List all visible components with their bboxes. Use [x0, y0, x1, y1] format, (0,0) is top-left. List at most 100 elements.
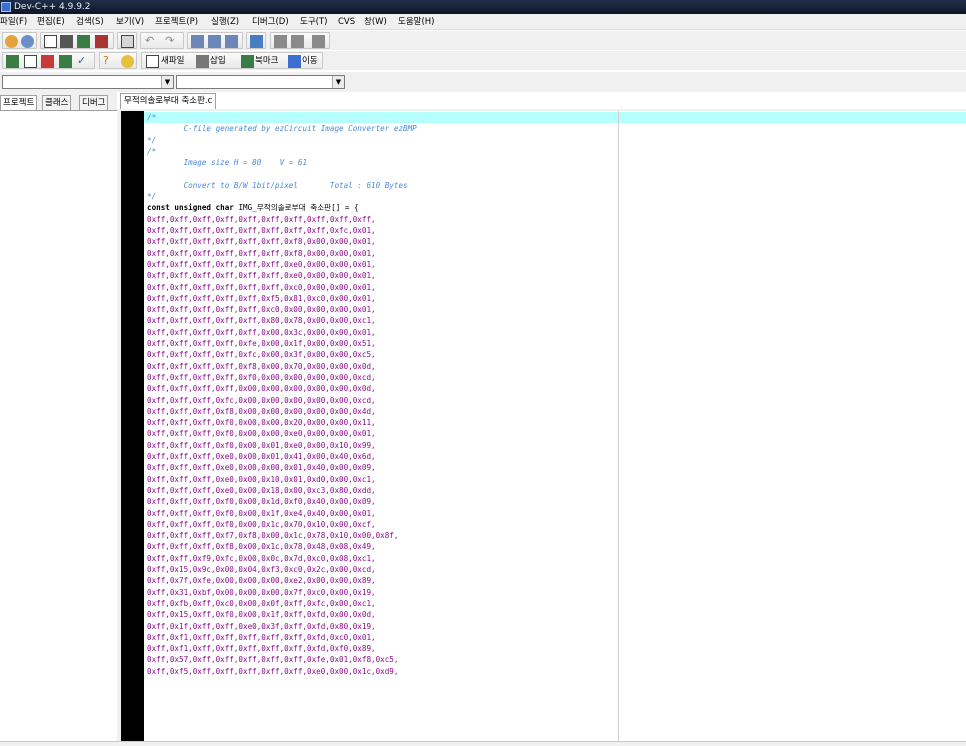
redo-icon[interactable]: ↷: [165, 35, 178, 48]
replace-icon[interactable]: [208, 35, 221, 48]
save-icon[interactable]: [77, 35, 90, 48]
menu-bar: 파일(F) 편집(E) 검색(S) 보기(V) 프로젝트(P) 실행(Z) 디버…: [0, 14, 966, 30]
hex-data-line: 0xff,0xff,0xff,0xff,0xff,0xff,0xe0,0x00,…: [147, 259, 376, 269]
hex-data-line: 0xff,0x1f,0xff,0xff,0xe0,0x3f,0xff,0xfd,…: [147, 621, 376, 631]
hex-data-line: 0xff,0xff,0xff,0xe0,0x00,0x00,0x01,0x40,…: [147, 463, 376, 473]
comment-line: */: [147, 135, 157, 145]
run-icon[interactable]: [24, 55, 37, 68]
insert-button[interactable]: 삽입: [210, 54, 226, 69]
menu-edit[interactable]: 편집(E): [37, 14, 65, 30]
menu-debug[interactable]: 디버그(D): [252, 14, 289, 30]
hex-data-line: 0xff,0xff,0xff,0xe0,0x00,0x10,0x01,0xd0,…: [147, 474, 376, 484]
comment-line: C-file generated by ezCircuit Image Conv…: [147, 124, 417, 134]
goto-icon[interactable]: [288, 55, 301, 68]
menu-tools[interactable]: 도구(T): [300, 14, 327, 30]
active-line-highlight: [144, 112, 966, 123]
hex-data-line: 0xff,0xf1,0xff,0xff,0xff,0xff,0xff,0xfd,…: [147, 644, 376, 654]
title-bar: Dev-C++ 4.9.9.2: [0, 0, 966, 14]
combo-toolbar: ▼ ▼: [0, 72, 966, 92]
declaration-identifier: IMG_무적의솔로부대 축소판[] = {: [233, 203, 359, 213]
hex-data-line: 0xff,0xff,0xff,0xff,0x00,0x00,0x00,0x00,…: [147, 384, 376, 394]
new-file-icon[interactable]: [146, 55, 159, 68]
compile-run-icon[interactable]: [41, 55, 54, 68]
print-icon[interactable]: [121, 35, 134, 48]
toolbar-secondary: ✓ ? 새파일 삽입 북마크 이동: [0, 51, 966, 70]
hex-data-line: 0xff,0xff,0xff,0xff,0xfe,0x00,0x1f,0x00,…: [147, 339, 376, 348]
undo-icon[interactable]: ↶: [145, 35, 158, 48]
menu-view[interactable]: 보기(V): [116, 14, 144, 30]
hex-data-line: 0xff,0x15,0x9c,0x00,0x04,0xf3,0xc0,0x2c,…: [147, 565, 376, 574]
new-project-icon[interactable]: [5, 35, 18, 48]
goto-line-icon[interactable]: [250, 35, 263, 48]
hex-data-line: 0xff,0xff,0xff,0xff,0xf0,0x00,0x00,0x00,…: [147, 372, 376, 382]
find-next-icon[interactable]: [225, 35, 238, 48]
hex-data-line: 0xff,0xff,0xff,0xff,0xff,0xff,0xf8,0x00,…: [147, 248, 376, 258]
hex-data-line: 0xff,0xf1,0xff,0xff,0xff,0xff,0xff,0xfd,…: [147, 632, 376, 642]
tab-debug[interactable]: 디버그: [79, 95, 109, 110]
indent-icon[interactable]: [291, 35, 304, 48]
new-file-button[interactable]: 새파일: [161, 54, 184, 69]
new-file-icon[interactable]: [44, 35, 57, 48]
chevron-down-icon[interactable]: ▼: [332, 76, 344, 88]
comment-line: Convert to B/W 1bit/pixel Total : 610 By…: [147, 180, 408, 190]
editor-gutter[interactable]: [121, 111, 144, 741]
right-margin-line: [618, 111, 619, 741]
rebuild-icon[interactable]: [59, 55, 72, 68]
hex-data-line: 0xff,0x31,0xbf,0x00,0x00,0x00,0x7f,0xc0,…: [147, 587, 376, 597]
check-icon[interactable]: ✓: [77, 55, 90, 68]
hex-data-line: 0xff,0xfb,0xff,0xc0,0x00,0x0f,0xff,0xfc,…: [147, 598, 376, 608]
toolbar-group-indent: [270, 32, 330, 49]
bookmark-button[interactable]: 북마크: [255, 54, 278, 69]
app-icon: [1, 2, 11, 12]
toggle-comment-icon[interactable]: [312, 35, 325, 48]
hex-data-line: 0xff,0xff,0xf9,0xfc,0x00,0x0c,0x7d,0xc0,…: [147, 553, 376, 563]
about-icon[interactable]: [121, 55, 134, 68]
menu-help[interactable]: 도움말(H): [398, 14, 434, 30]
hex-data-line: 0xff,0xff,0xff,0xf0,0x00,0x01,0xe0,0x00,…: [147, 440, 376, 450]
comment-line: Image size H = 80 V = 61: [147, 158, 308, 168]
hex-data-line: 0xff,0xff,0xff,0xf0,0x00,0x00,0x20,0x00,…: [147, 418, 376, 428]
insert-icon[interactable]: [196, 55, 209, 68]
hex-data-line: 0xff,0xff,0xff,0xf0,0x00,0x1d,0xf0,0x40,…: [147, 497, 376, 507]
menu-file[interactable]: 파일(F): [0, 14, 27, 30]
comment-line: /*: [147, 113, 157, 122]
menu-run[interactable]: 실행(Z): [211, 14, 239, 30]
hex-data-line: 0xff,0xff,0xff,0xff,0xf8,0x00,0x70,0x00,…: [147, 361, 376, 371]
toolbar-group-undo: ↶ ↷: [140, 32, 184, 49]
menu-search[interactable]: 검색(S): [76, 14, 104, 30]
menu-window[interactable]: 창(W): [364, 14, 387, 30]
toolbar-group-compile: ✓: [2, 52, 95, 69]
help-icon[interactable]: ?: [103, 55, 116, 68]
hex-data-line: 0xff,0xff,0xff,0xff,0xff,0xc0,0x00,0x00,…: [147, 305, 376, 315]
open-project-icon[interactable]: [21, 35, 34, 48]
hex-data-line: 0xff,0xff,0xff,0xff,0xff,0xff,0xff,0xff,…: [147, 226, 376, 235]
window-title: Dev-C++ 4.9.9.2: [14, 2, 91, 12]
menu-project[interactable]: 프로젝트(P): [155, 14, 198, 30]
hex-data-line: 0xff,0xff,0xff,0xfc,0x00,0x00,0x00,0x00,…: [147, 395, 376, 405]
tab-classes[interactable]: 클래스: [42, 95, 72, 110]
hex-data-line: 0xff,0xff,0xff,0xe0,0x00,0x18,0x00,0xc3,…: [147, 485, 376, 495]
chevron-down-icon[interactable]: ▼: [161, 76, 173, 88]
unindent-icon[interactable]: [274, 35, 287, 48]
class-combo[interactable]: ▼: [2, 75, 174, 89]
hex-data-line: 0xff,0xff,0xff,0xff,0xfc,0x00,0x3f,0x00,…: [147, 350, 376, 360]
tab-project[interactable]: 프로젝트: [0, 95, 38, 110]
declaration-line: const unsigned char IMG_무적의솔로부대 축소판[] = …: [147, 202, 359, 213]
find-icon[interactable]: [191, 35, 204, 48]
hex-data-line: 0xff,0xff,0xff,0xff,0xff,0x80,0x78,0x00,…: [147, 316, 376, 326]
hex-data-line: 0xff,0xff,0xff,0xff,0xff,0xff,0xff,0xff,…: [147, 214, 376, 224]
close-file-icon[interactable]: [60, 35, 73, 48]
menu-cvs[interactable]: CVS: [338, 14, 355, 30]
member-combo[interactable]: ▼: [176, 75, 345, 89]
save-all-icon[interactable]: [95, 35, 108, 48]
tab-editor-file[interactable]: 무적의솔로부대 축소판.c: [120, 93, 217, 109]
bookmark-icon[interactable]: [241, 55, 254, 68]
hex-data-line: 0xff,0xff,0xff,0xe0,0x00,0x01,0x41,0x00,…: [147, 452, 376, 461]
hex-data-line: 0xff,0xff,0xff,0xf7,0xf8,0x00,0x1c,0x78,…: [147, 531, 399, 541]
hex-data-line: 0xff,0xff,0xff,0xf0,0x00,0x1c,0x70,0x10,…: [147, 519, 376, 529]
hex-data-line: 0xff,0xff,0xff,0xff,0xff,0xff,0xe0,0x00,…: [147, 271, 376, 281]
code-editor[interactable]: /* C-file generated by ezCircuit Image C…: [144, 111, 966, 741]
goto-button[interactable]: 이동: [302, 54, 318, 69]
project-tree[interactable]: [0, 110, 117, 746]
compile-icon[interactable]: [6, 55, 19, 68]
